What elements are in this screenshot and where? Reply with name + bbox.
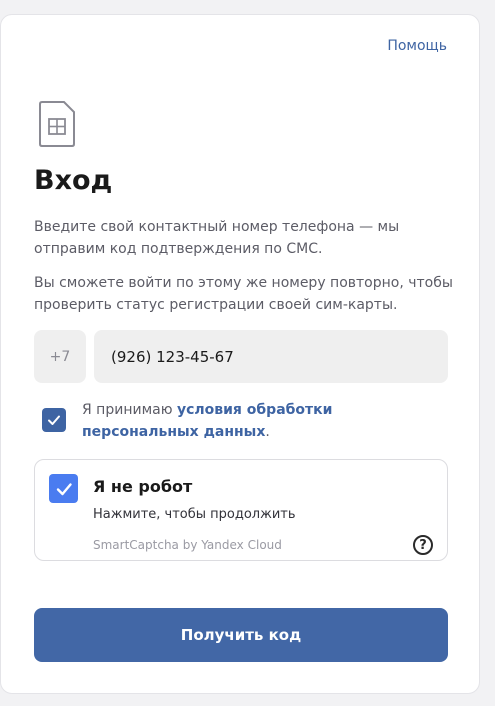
phone-prefix: +7: [34, 330, 86, 383]
captcha-widget: Я не робот Нажмите, чтобы продолжить Sma…: [34, 459, 448, 561]
consent-label: Я принимаю условия обработки персональны…: [82, 399, 442, 443]
help-link[interactable]: Помощь: [387, 38, 447, 54]
get-code-button[interactable]: Получить код: [34, 608, 448, 662]
captcha-title: Я не робот: [93, 477, 193, 496]
consent-text-after: .: [265, 424, 270, 440]
checkmark-icon: [56, 482, 72, 495]
login-card: Помощь Вход Введите свой контактный номе…: [0, 14, 480, 694]
consent-checkbox[interactable]: [42, 408, 66, 432]
captcha-subtitle: Нажмите, чтобы продолжить: [93, 507, 296, 522]
captcha-checkbox[interactable]: [49, 474, 78, 503]
sim-card-icon: [39, 101, 75, 147]
question-circle-icon[interactable]: ?: [413, 535, 433, 555]
checkmark-icon: [48, 415, 60, 425]
phone-input[interactable]: [94, 330, 448, 383]
phone-row: +7: [34, 330, 448, 383]
login-hint: Вы сможете войти по этому же номеру повт…: [34, 275, 453, 313]
consent-text-before: Я принимаю: [82, 402, 177, 418]
page-title: Вход: [34, 165, 113, 196]
captcha-brand: SmartCaptcha by Yandex Cloud: [93, 538, 282, 552]
login-description: Введите свой контактный номер телефона —…: [34, 219, 400, 257]
